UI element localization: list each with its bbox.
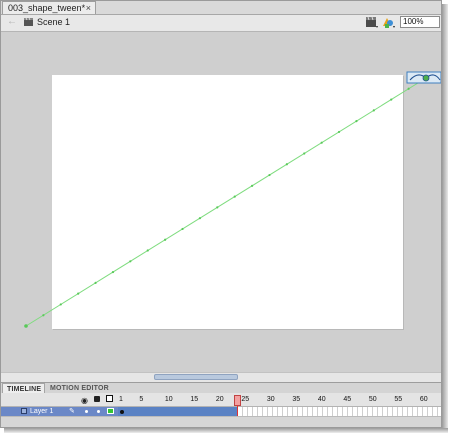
close-icon[interactable]: × [86, 2, 91, 14]
frame-number-label: 50 [368, 396, 377, 403]
lock-icon[interactable] [94, 396, 100, 402]
motion-path-dot [198, 217, 202, 220]
motion-path-dot [355, 120, 358, 123]
tween-span[interactable] [118, 407, 238, 416]
motion-path-dot [390, 98, 393, 101]
motion-path-dot [407, 87, 410, 90]
layer-row[interactable]: Layer 1 ✎ [1, 407, 118, 416]
frame-number-label: 10 [164, 396, 173, 403]
horizontal-scrollbar[interactable] [1, 372, 441, 382]
frame-number-label: 15 [190, 396, 199, 403]
lock-dot[interactable] [97, 410, 100, 413]
document-tab-bar: 003_shape_tween* × [1, 1, 441, 15]
eye-icon[interactable]: ◉ [81, 396, 88, 405]
outline-icon[interactable] [106, 395, 113, 402]
empty-frames[interactable] [238, 407, 441, 416]
edit-bar: ← Scene 1 100% [1, 15, 441, 32]
back-arrow-icon[interactable]: ← [7, 16, 17, 27]
motion-path-dot [77, 292, 80, 295]
motion-path-overlay [24, 71, 441, 328]
frame-number-label: 30 [266, 396, 275, 403]
frame-number-label: 25 [241, 396, 250, 403]
pasteboard [1, 32, 441, 372]
scene-label[interactable]: Scene 1 [37, 17, 70, 27]
motion-path-dot [268, 173, 271, 177]
layer-icon [21, 408, 27, 414]
motion-path-dot [216, 206, 219, 209]
motion-path-dot [59, 303, 62, 306]
motion-path-dot [250, 184, 254, 187]
frame-number-label: 35 [292, 396, 301, 403]
motion-path-dot [42, 314, 45, 317]
zoom-field[interactable]: 100% [400, 16, 440, 28]
pencil-icon: ✎ [69, 408, 75, 415]
playhead[interactable] [234, 395, 241, 406]
clapper-scene-icon [24, 18, 33, 26]
motion-path-dot [233, 195, 236, 198]
visibility-dot[interactable] [85, 410, 88, 413]
edit-scene-icon[interactable] [365, 16, 379, 29]
layer-outline-color[interactable] [107, 408, 114, 414]
frame-number-label: 20 [215, 396, 224, 403]
motion-path-dot [181, 227, 184, 231]
frame-number-label: 45 [343, 396, 352, 403]
document-tab-title: 003_shape_tween* [8, 3, 86, 13]
layer-name[interactable]: Layer 1 [30, 407, 53, 416]
scrollbar-thumb[interactable] [154, 374, 238, 380]
frame-number-label: 40 [317, 396, 326, 403]
tween-shape-handle[interactable] [406, 71, 441, 84]
window-shadow-bottom [4, 428, 448, 433]
frame-ruler[interactable]: 1 5 10 15 20 25 30 35 40 45 50 55 60 [118, 393, 441, 406]
flash-app: 003_shape_tween* × ← Scene 1 100% TIMELI… [0, 0, 450, 434]
motion-path-dot [24, 324, 28, 328]
motion-path-dot [372, 109, 375, 112]
motion-path-dot [303, 152, 306, 155]
document-window: 003_shape_tween* × ← Scene 1 100% TIMELI… [0, 0, 442, 428]
document-tab[interactable]: 003_shape_tween* × [2, 1, 96, 14]
timeline-footer [1, 416, 441, 427]
window-shadow-right [442, 4, 448, 430]
frame-number-label: 55 [394, 396, 403, 403]
motion-path-dot [129, 260, 132, 263]
keyframe-dot[interactable] [120, 410, 124, 414]
motion-path-dot [285, 163, 288, 166]
playhead-line [237, 406, 238, 416]
motion-path-dot [94, 281, 97, 284]
frame-number-label: 1 [119, 396, 123, 403]
frame-number-label: 60 [419, 396, 428, 403]
edit-symbols-icon[interactable] [382, 16, 396, 29]
motion-path-dot [337, 130, 341, 134]
frame-number-label: 5 [139, 396, 144, 403]
motion-path[interactable] [25, 77, 427, 327]
motion-path-dot [146, 249, 149, 252]
motion-path-dot [164, 238, 167, 241]
motion-path-dot [320, 141, 323, 144]
motion-path-dot [111, 270, 115, 274]
